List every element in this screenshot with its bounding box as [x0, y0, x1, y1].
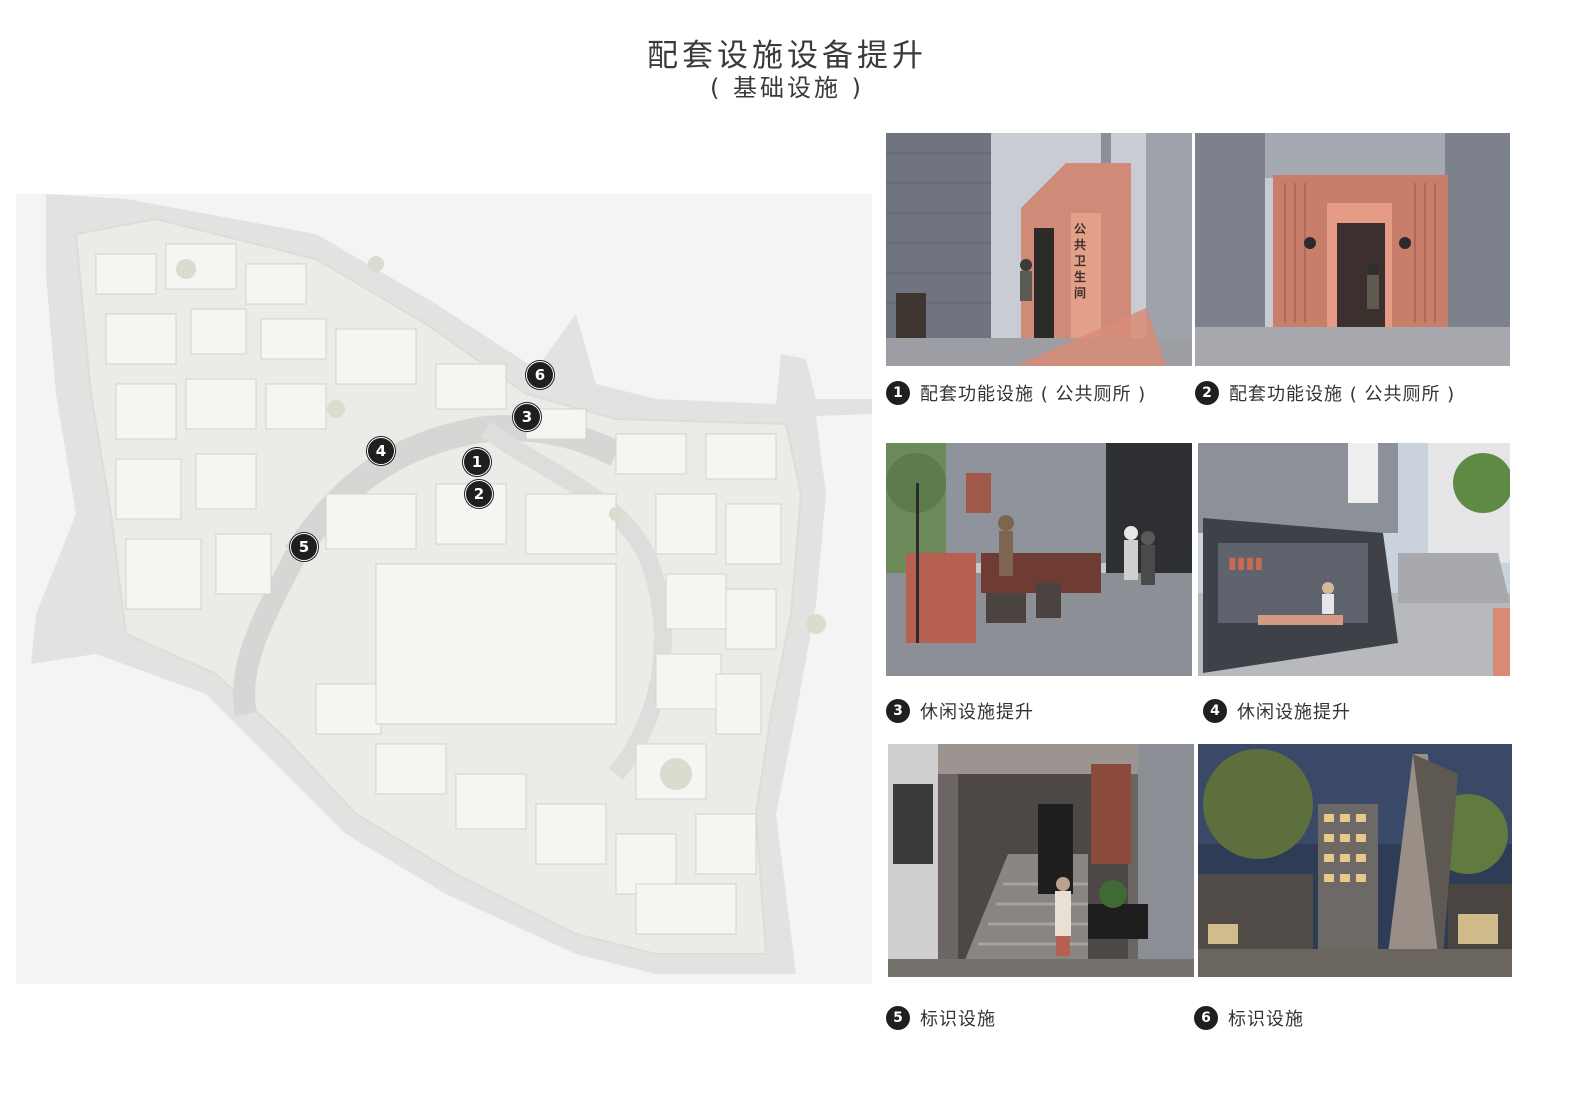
rendering-signage-5	[888, 744, 1194, 977]
caption-1: 1 配套功能设施 ( 公共厕所 )	[886, 379, 1146, 407]
map-marker-1[interactable]: 1	[463, 448, 491, 476]
caption-text-6: 标识设施	[1228, 1009, 1304, 1030]
caption-text-5: 标识设施	[920, 1009, 996, 1030]
rendering-public-toilet-2	[1195, 133, 1510, 366]
site-plan-map: 1 2 3 4 5 6	[16, 194, 872, 984]
map-marker-4[interactable]: 4	[367, 437, 395, 465]
caption-text-2: 配套功能设施 ( 公共厕所 )	[1229, 384, 1456, 405]
map-marker-5[interactable]: 5	[290, 533, 318, 561]
photo-2-public-toilet	[1195, 133, 1510, 366]
caption-3: 3 休闲设施提升	[886, 697, 1034, 725]
photo-6-signage	[1198, 744, 1512, 977]
map-marker-6[interactable]: 6	[526, 361, 554, 389]
caption-number-3: 3	[886, 699, 910, 723]
caption-5: 5 标识设施	[886, 1004, 996, 1032]
site-plan-drawing	[31, 194, 872, 974]
caption-text-4: 休闲设施提升	[1237, 702, 1351, 723]
toilet-sign-text: 公共卫生间	[1074, 222, 1087, 300]
caption-6: 6 标识设施	[1194, 1004, 1304, 1032]
page-subtitle: ( 基础设施 )	[710, 74, 864, 102]
photo-4-leisure-facilities: ▮▮▮▮	[1198, 443, 1510, 676]
rendering-signage-6	[1198, 744, 1512, 977]
caption-number-4: 4	[1203, 699, 1227, 723]
rendering-public-toilet-1	[886, 133, 1192, 366]
map-marker-3[interactable]: 3	[513, 403, 541, 431]
caption-number-6: 6	[1194, 1006, 1218, 1030]
caption-number-2: 2	[1195, 381, 1219, 405]
photo-1-public-toilet: 公共卫生间	[886, 133, 1192, 366]
caption-number-5: 5	[886, 1006, 910, 1030]
rendering-leisure-facilities-3	[886, 443, 1192, 676]
svg-text:▮▮▮▮: ▮▮▮▮	[1228, 553, 1263, 572]
photo-5-signage	[888, 744, 1194, 977]
caption-2: 2 配套功能设施 ( 公共厕所 )	[1195, 379, 1455, 407]
caption-text-3: 休闲设施提升	[920, 702, 1034, 723]
rendering-leisure-facilities-4: ▮▮▮▮	[1198, 443, 1510, 676]
photo-3-leisure-facilities	[886, 443, 1192, 676]
caption-text-1: 配套功能设施 ( 公共厕所 )	[920, 384, 1147, 405]
caption-number-1: 1	[886, 381, 910, 405]
map-marker-2[interactable]: 2	[465, 480, 493, 508]
caption-4: 4 休闲设施提升	[1203, 697, 1351, 725]
